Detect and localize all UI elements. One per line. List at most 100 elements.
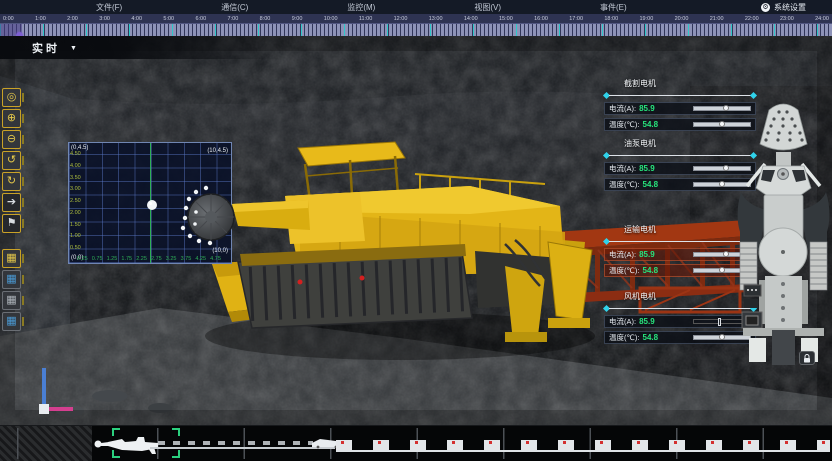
slider-line [609,241,751,242]
motor-range-slider[interactable] [604,92,756,99]
view-toolbar: ◎ ⊕ ⊖ ↺ ↻ ➔ ⚑ ▦ ▦ ▦ ▦ [2,88,21,331]
orbit-icon[interactable]: ◎ [2,88,21,107]
cutter-head-overlay [140,166,325,278]
temperature-label: 温度(℃): [609,179,640,190]
temperature-bar-thumb[interactable] [719,334,725,340]
timeline-hour-label: 12:00 [394,15,408,23]
motor-range-slider[interactable] [604,305,756,312]
axis-gizmo [30,368,90,418]
axis-x-magenta [49,407,73,411]
current-row: 电流(A): 85.9 [604,102,756,115]
current-value: 85.9 [639,104,655,113]
bridge-conveyor-segments [158,441,313,445]
lock-button[interactable] [799,351,815,365]
current-row: 电流(A): 85.9 [604,315,756,328]
position-ball [147,200,157,210]
current-value: 85.9 [639,317,655,326]
axis-z-blue [42,368,46,406]
system-settings-label: 系统设置 [774,2,806,13]
slider-line [609,308,751,309]
menu-items: 文件(F) 通信(C) 监控(M) 视图(V) 事件(E) [0,2,627,13]
axis-origin-node [39,404,49,414]
gear-icon: ⚙ [761,3,770,12]
grid-y-tick: 1.00 [70,233,81,239]
timeline-hour-label: 1:00 [35,15,46,23]
timeline-hour-label: 14:00 [464,15,478,23]
slider-diamond-right[interactable] [750,92,757,99]
current-value: 85.9 [639,164,655,173]
temperature-bar-thumb[interactable] [719,121,725,127]
timeline-hour-label: 7:00 [228,15,239,23]
zoom-in-icon[interactable]: ⊕ [2,109,21,128]
current-label: 电流(A): [609,316,636,327]
grid-y-tick: 3.50 [70,175,81,181]
temperature-value: 54.8 [643,120,659,129]
timeline-hour-label: 24:00 [815,15,829,23]
timeline-hour-label: 21:00 [710,15,724,23]
zoom-out-icon[interactable]: ⊖ [2,130,21,149]
view-cube-side-icon[interactable]: ▦ [2,291,21,310]
view-cube-iso-icon[interactable]: ▦ [2,312,21,331]
grid-y-tick: 1.50 [70,222,81,228]
system-settings-button[interactable]: ⚙ 系统设置 [761,0,806,14]
menu-item[interactable]: 事件(E) [600,2,627,13]
temperature-row: 温度(℃): 54.8 [604,264,756,277]
viewport-3d[interactable]: 实时 ▼ ◎ ⊕ ⊖ ↺ ↻ ➔ ⚑ ▦ ▦ [0,36,832,425]
marker-flag-icon[interactable]: ⚑ [2,214,21,233]
grid-y-tick: 4.50 [70,151,81,157]
timeline-hour-label: 5:00 [163,15,174,23]
rotate-cw-icon[interactable]: ↻ [2,172,21,191]
current-bar-thumb[interactable] [723,251,729,257]
motor-range-slider[interactable] [604,152,756,159]
current-bar-thumb[interactable] [723,105,729,111]
temperature-value: 54.8 [643,333,659,342]
machine-top-view [735,100,832,365]
motor-panel-title: 截割电机 [624,78,756,89]
belt-conveyor-line [336,450,830,452]
app-window: 文件(F)通信(C)监控(M)视图(V)事件(E) ⚙ 系统设置 0:001:0… [0,0,832,461]
belt-conveyor-markers [336,441,830,444]
temperature-bar-thumb[interactable] [719,267,725,273]
mode-dropdown[interactable]: 实时 ▼ [24,38,85,58]
timeline-hour-label: 3:00 [99,15,110,23]
timeline-ruler: 0:001:002:003:004:005:006:007:008:009:00… [0,14,832,36]
timeline-hour-label: 4:00 [131,15,142,23]
menu-item[interactable]: 监控(M) [347,2,375,13]
grid-y-tick: 0.50 [70,245,81,251]
menu-item[interactable]: 视图(V) [474,2,501,13]
timeline-tick-band[interactable] [0,23,832,36]
plan-cutter-head [760,104,807,150]
temperature-row: 温度(℃): 54.8 [604,178,756,191]
timeline-hour-label: 9:00 [292,15,303,23]
timeline-hour-label: 15:00 [499,15,513,23]
view-cube-top-icon[interactable]: ▦ [2,249,21,268]
grid-y-tick: 4.00 [70,163,81,169]
current-label: 电流(A): [609,103,636,114]
current-label: 电流(A): [609,249,636,260]
timeline-hour-label: 20:00 [675,15,689,23]
current-value: 85.9 [639,250,655,259]
rotate-ccw-icon[interactable]: ↺ [2,151,21,170]
menu-item[interactable]: 文件(F) [96,2,122,13]
grid-y-tick: 2.50 [70,198,81,204]
temperature-label: 温度(℃): [609,265,640,276]
view-cube-front-icon[interactable]: ▦ [2,270,21,289]
chevron-down-icon: ▼ [70,45,77,52]
timeline-hour-labels: 0:001:002:003:004:005:006:007:008:009:00… [0,14,832,23]
grid-y-ticks: 4.504.003.503.002.502.001.501.000.50 [70,151,81,251]
machine-layout-strip [0,425,832,461]
current-bar-thumb[interactable] [718,318,721,326]
menu-item[interactable]: 通信(C) [221,2,248,13]
temperature-label: 温度(℃): [609,119,640,130]
motor-range-slider[interactable] [604,238,756,245]
pan-icon[interactable]: ➔ [2,193,21,212]
timeline-hour-label: 16:00 [534,15,548,23]
plan-boom [747,152,820,197]
bridge-conveyor-line [150,447,335,449]
current-bar-thumb[interactable] [723,165,729,171]
motor-panel: 风机电机 电流(A): 85.9 温度(℃): 54.8 [604,291,756,347]
temperature-value: 54.8 [643,180,659,189]
grid-x-tick: 1.75 [121,256,132,262]
temperature-bar-thumb[interactable] [719,181,725,187]
grid-corner-top-right: (10,4.5) [207,148,228,154]
